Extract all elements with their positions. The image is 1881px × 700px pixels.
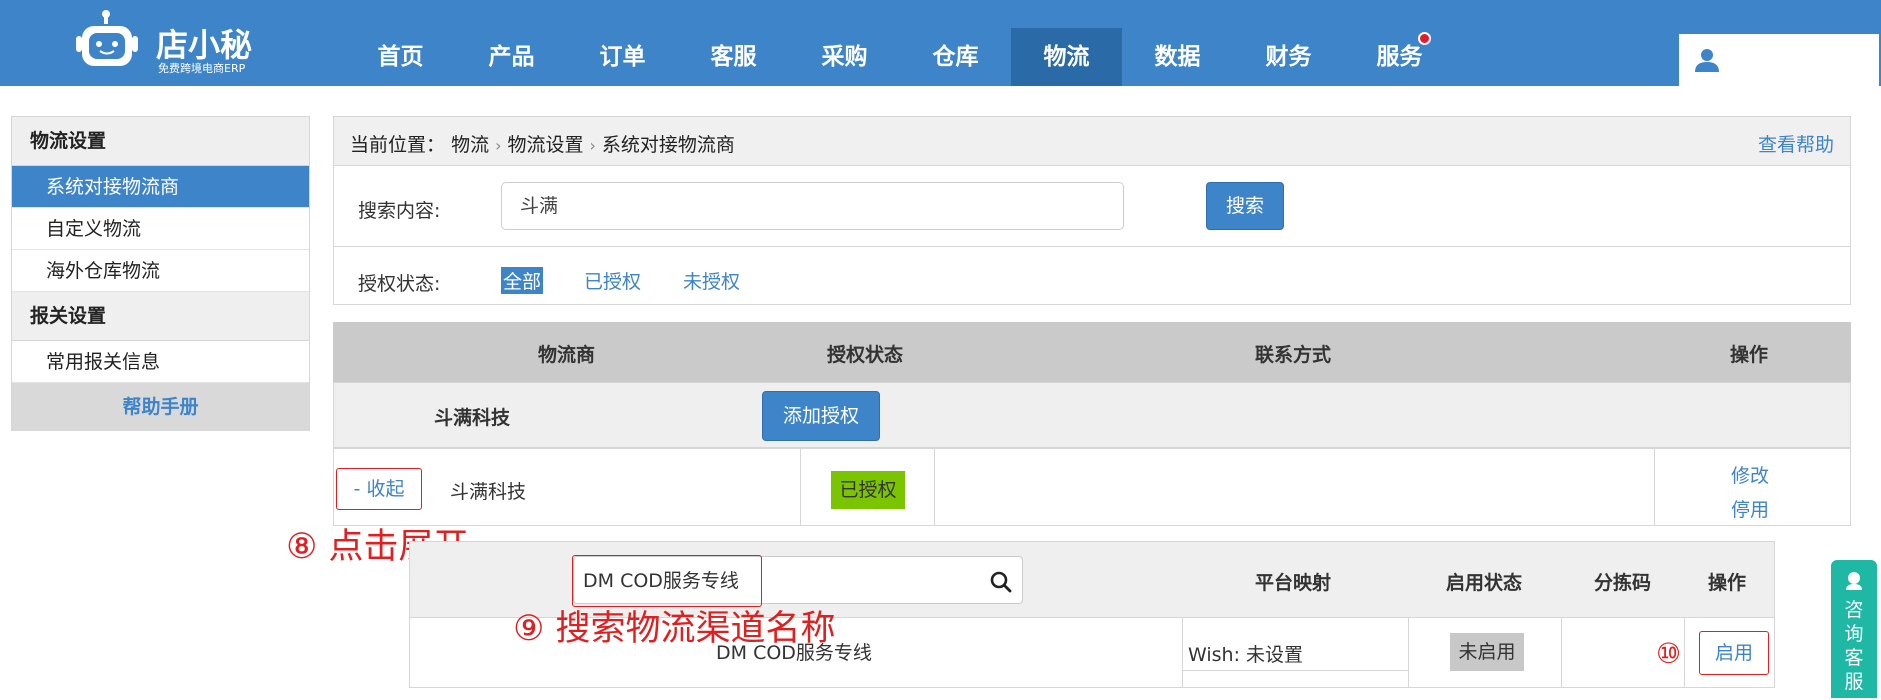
edit-link[interactable]: 修改 bbox=[1731, 461, 1769, 488]
sidebar-item-overseas-warehouse[interactable]: 海外仓库物流 bbox=[12, 250, 309, 292]
auth-filter-label: 授权状态: bbox=[358, 273, 441, 295]
breadcrumb-label: 当前位置： bbox=[350, 134, 446, 156]
channel-search-input[interactable]: DM COD服务专线 bbox=[572, 555, 762, 607]
nav-warehouse[interactable]: 仓库 bbox=[900, 28, 1011, 86]
consult-service-widget[interactable]: 咨询客服 bbox=[1831, 560, 1877, 698]
col-sort-code: 分拣码 bbox=[1594, 572, 1652, 594]
subtable-header: DM COD服务专线 平台映射 启用状态 分拣码 操作 bbox=[410, 542, 1774, 618]
annotation-step9: ⑨ 搜索物流渠道名称 bbox=[513, 609, 836, 649]
nav-products[interactable]: 产品 bbox=[456, 28, 567, 86]
nav-purchasing[interactable]: 采购 bbox=[789, 28, 900, 86]
brand-tagline: 免费跨境电商ERP bbox=[158, 62, 246, 75]
notification-dot bbox=[1418, 32, 1431, 45]
col-sub-actions: 操作 bbox=[1708, 572, 1747, 594]
robot-logo-icon bbox=[76, 10, 138, 66]
carrier-group-row: 斗满科技 添加授权 bbox=[333, 382, 1851, 448]
platform-mapping: Wish: 未设置 bbox=[1188, 640, 1303, 667]
search-button[interactable]: 搜索 bbox=[1206, 182, 1284, 230]
breadcrumb: 当前位置： 物流 › 物流设置 › 系统对接物流商 查看帮助 bbox=[333, 116, 1851, 166]
collapse-toggle[interactable]: - 收起 bbox=[336, 468, 422, 510]
divider bbox=[1561, 618, 1562, 687]
col-auth-status: 授权状态 bbox=[827, 344, 904, 366]
divider bbox=[800, 449, 801, 525]
breadcrumb-logistics-settings[interactable]: 物流设置 bbox=[507, 134, 583, 156]
divider bbox=[1182, 618, 1183, 687]
col-contact: 联系方式 bbox=[1255, 344, 1332, 366]
sidebar-help-manual[interactable]: 帮助手册 bbox=[12, 383, 309, 431]
logo[interactable]: 店小秘 免费跨境电商ERP bbox=[76, 8, 266, 78]
divider bbox=[934, 449, 935, 525]
sidebar-item-custom-logistics[interactable]: 自定义物流 bbox=[12, 208, 309, 250]
enable-link[interactable]: 启用 bbox=[1699, 631, 1769, 675]
nav-finance[interactable]: 财务 bbox=[1233, 28, 1344, 86]
search-input[interactable]: 斗满 bbox=[501, 182, 1124, 230]
nav-services-label: 服务 bbox=[1376, 44, 1423, 70]
sidebar-item-customs-info[interactable]: 常用报关信息 bbox=[12, 341, 309, 383]
auth-filter-all[interactable]: 全部 bbox=[501, 267, 544, 294]
search-label: 搜索内容: bbox=[358, 200, 441, 222]
col-actions: 操作 bbox=[1730, 344, 1769, 366]
user-menu[interactable] bbox=[1679, 34, 1879, 86]
nav-orders[interactable]: 订单 bbox=[567, 28, 678, 86]
disable-link[interactable]: 停用 bbox=[1731, 495, 1769, 522]
annotation-step10: ⑩ bbox=[1656, 637, 1682, 670]
carrier-name: 斗满科技 bbox=[450, 481, 527, 503]
sidebar-group-logistics-settings: 物流设置 bbox=[12, 117, 309, 166]
col-platform-mapping: 平台映射 bbox=[1255, 572, 1332, 594]
nav-customer-service[interactable]: 客服 bbox=[678, 28, 789, 86]
table-row: - 收起 斗满科技 已授权 修改 停用 bbox=[333, 448, 1851, 526]
sidebar: 物流设置 系统对接物流商 自定义物流 海外仓库物流 报关设置 常用报关信息 帮助… bbox=[11, 116, 310, 431]
top-header: 店小秘 免费跨境电商ERP 首页 产品 订单 客服 采购 仓库 物流 数据 财务… bbox=[0, 0, 1881, 86]
chevron-right-icon: › bbox=[589, 136, 596, 155]
col-carrier: 物流商 bbox=[538, 344, 596, 366]
auth-filter-unauthorized[interactable]: 未授权 bbox=[683, 267, 740, 294]
search-icon[interactable] bbox=[990, 571, 1012, 593]
divider bbox=[1684, 618, 1685, 687]
divider bbox=[1654, 449, 1655, 525]
sidebar-group-customs-settings: 报关设置 bbox=[12, 292, 309, 341]
divider bbox=[1182, 670, 1408, 671]
filter-panel: 搜索内容: 斗满 搜索 授权状态: 全部 已授权 未授权 bbox=[333, 165, 1851, 305]
nav-home[interactable]: 首页 bbox=[345, 28, 456, 86]
add-authorization-button[interactable]: 添加授权 bbox=[762, 391, 880, 441]
consult-label: 咨询客服 bbox=[1844, 599, 1864, 693]
nav-services[interactable]: 服务 bbox=[1344, 28, 1455, 86]
status-badge: 未启用 bbox=[1450, 633, 1524, 671]
auth-filter-authorized[interactable]: 已授权 bbox=[584, 267, 641, 294]
nav-logistics[interactable]: 物流 bbox=[1011, 28, 1122, 86]
carrier-group-name: 斗满科技 bbox=[434, 407, 511, 429]
main-nav: 首页 产品 订单 客服 采购 仓库 物流 数据 财务 服务 bbox=[345, 28, 1455, 86]
chat-icon bbox=[1846, 572, 1862, 590]
divider bbox=[1408, 618, 1409, 687]
col-enable-status: 启用状态 bbox=[1446, 572, 1523, 594]
platform-value: 未设置 bbox=[1246, 644, 1304, 666]
nav-data[interactable]: 数据 bbox=[1122, 28, 1233, 86]
table-header: 物流商 授权状态 联系方式 操作 bbox=[333, 322, 1851, 382]
user-icon bbox=[1695, 49, 1719, 72]
sidebar-item-system-carriers[interactable]: 系统对接物流商 bbox=[12, 166, 309, 208]
breadcrumb-logistics[interactable]: 物流 bbox=[451, 134, 489, 156]
platform-label: Wish: bbox=[1188, 644, 1240, 666]
channel-search-field[interactable]: DM COD服务专线 bbox=[572, 555, 1023, 607]
help-link[interactable]: 查看帮助 bbox=[1758, 130, 1834, 157]
status-badge: 已授权 bbox=[831, 471, 905, 509]
breadcrumb-current: 系统对接物流商 bbox=[601, 134, 735, 156]
chevron-right-icon: › bbox=[495, 136, 502, 155]
